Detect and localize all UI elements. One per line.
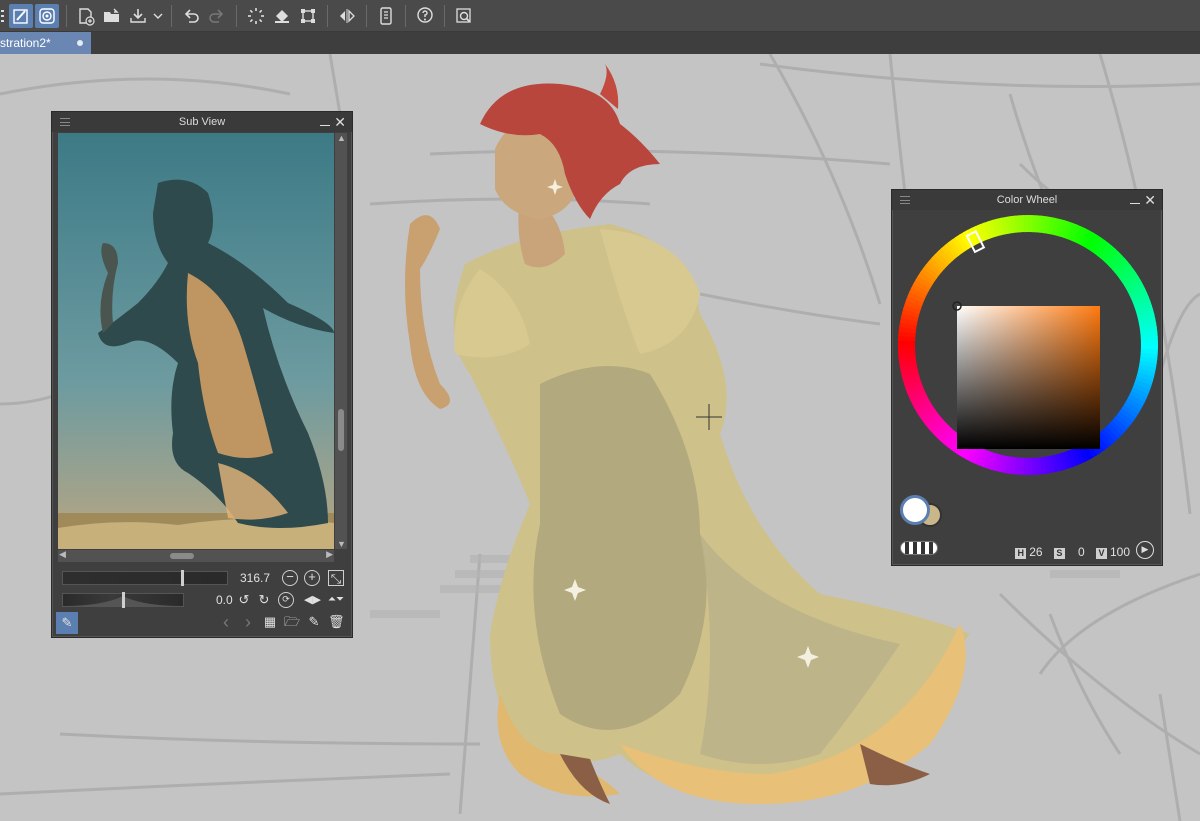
transparent-color-icon[interactable] [900,541,938,555]
trash-icon[interactable]: 🗑 [328,614,345,630]
scroll-thumb[interactable] [338,409,344,451]
rotate-left-icon[interactable]: ↺ [236,592,252,608]
h-value: 26 [1029,545,1043,559]
menu-icon[interactable] [1,4,7,28]
help-icon[interactable] [413,4,437,28]
rotate-slider[interactable] [62,592,184,608]
rotate-slider-knob[interactable] [122,592,125,608]
toolbar-divider [236,4,237,27]
rotate-right-icon[interactable]: ↻ [256,592,272,608]
close-icon[interactable]: ✕ [334,115,346,129]
v-label: V [1095,548,1107,559]
color-wheel-title-bar[interactable]: Color Wheel ✕ [892,190,1162,210]
minimize-icon[interactable] [320,116,330,126]
chevron-down-icon[interactable] [152,4,164,28]
vertical-scrollbar[interactable]: ▲ ▼ [335,133,347,549]
fill-icon[interactable] [270,4,294,28]
edit-icon[interactable]: ✎ [306,614,322,630]
reference-image[interactable] [58,133,334,549]
color-wheel-panel: Color Wheel ✕ H 26 S 0 V 100 ▶ [891,189,1163,566]
minimize-icon[interactable] [1130,194,1140,204]
zoom-out-button[interactable]: − [282,570,298,586]
document-tab-title: stration2* [0,36,51,50]
zoom-slider[interactable] [62,570,228,586]
flip-vertical-icon[interactable]: ⏶⏷ [328,592,344,608]
toolbar-divider [366,4,367,27]
v-value: 100 [1109,545,1130,559]
panel-menu-icon[interactable] [900,196,910,204]
color-wheel-title: Color Wheel [996,194,1058,206]
undo-icon[interactable] [179,4,203,28]
redo-icon[interactable] [205,4,229,28]
rotate-row: 0.0 ↺ ↻ ⟳ ◀▶ ⏶⏷ [60,590,350,610]
flip-icon[interactable] [335,4,359,28]
zoom-value: 316.7 [240,571,271,585]
import-image-icon[interactable]: 🗁 [284,614,300,630]
hsv-readout: H 26 S 0 V 100 [1007,545,1130,559]
fit-view-icon[interactable]: ⤡ [328,570,344,586]
toolbar-divider [66,4,67,27]
tab-close-dot-icon[interactable] [77,40,83,46]
loading-icon[interactable] [244,4,268,28]
sub-view-title-bar[interactable]: Sub View ✕ [52,112,352,132]
toolbar-divider [405,4,406,27]
transform-icon[interactable] [296,4,320,28]
main-toolbar [0,0,1200,32]
zoom-slider-knob[interactable] [181,570,184,586]
export-icon[interactable] [126,4,150,28]
sub-view-bottom-toolbar: ✎ ‹ › ▦ 🗁 ✎ 🗑 [56,612,350,634]
sub-view-title: Sub View [178,116,226,128]
s-value: 0 [1077,545,1085,559]
color-wheel-area[interactable] [892,211,1162,511]
open-folder-icon[interactable] [100,4,124,28]
main-color-swatch[interactable] [900,495,930,525]
expand-panel-icon[interactable]: ▶ [1136,541,1154,559]
toolbar-divider [327,4,328,27]
pen-icon[interactable] [9,3,33,28]
next-icon[interactable]: › [240,613,256,631]
flip-horizontal-icon[interactable]: ◀▶ [304,592,321,608]
toolbar-divider [171,4,172,27]
document-tab[interactable]: stration2* [0,32,91,54]
zoom-in-button[interactable]: + [304,570,320,586]
h-label: H [1015,548,1027,559]
search-icon[interactable] [452,4,476,28]
color-wheel-footer: H 26 S 0 V 100 ▶ [892,493,1162,565]
phone-icon[interactable] [374,4,398,28]
s-label: S [1053,548,1065,559]
scroll-thumb[interactable] [170,553,194,559]
panel-menu-icon[interactable] [60,118,70,126]
close-icon[interactable]: ✕ [1144,193,1156,207]
eyedropper-icon[interactable]: ✎ [56,612,78,634]
new-canvas-icon[interactable] [74,4,98,28]
grid-icon[interactable]: ▦ [262,614,278,630]
previous-icon[interactable]: ‹ [218,613,234,631]
toolbar-divider [444,4,445,27]
sub-view-panel: Sub View ✕ ▲ ▼ ◀ ▶ 316.7 − + ⤡ 0.0 ↺ ↻ ⟳… [51,111,353,638]
spiral-icon[interactable] [35,3,59,28]
reset-rotation-icon[interactable]: ⟳ [278,592,294,608]
zoom-row: 316.7 − + ⤡ [60,568,350,588]
horizontal-scrollbar[interactable]: ◀ ▶ [58,549,334,562]
document-tab-bar: stration2* [0,32,1200,54]
rotate-value: 0.0 [216,593,233,607]
